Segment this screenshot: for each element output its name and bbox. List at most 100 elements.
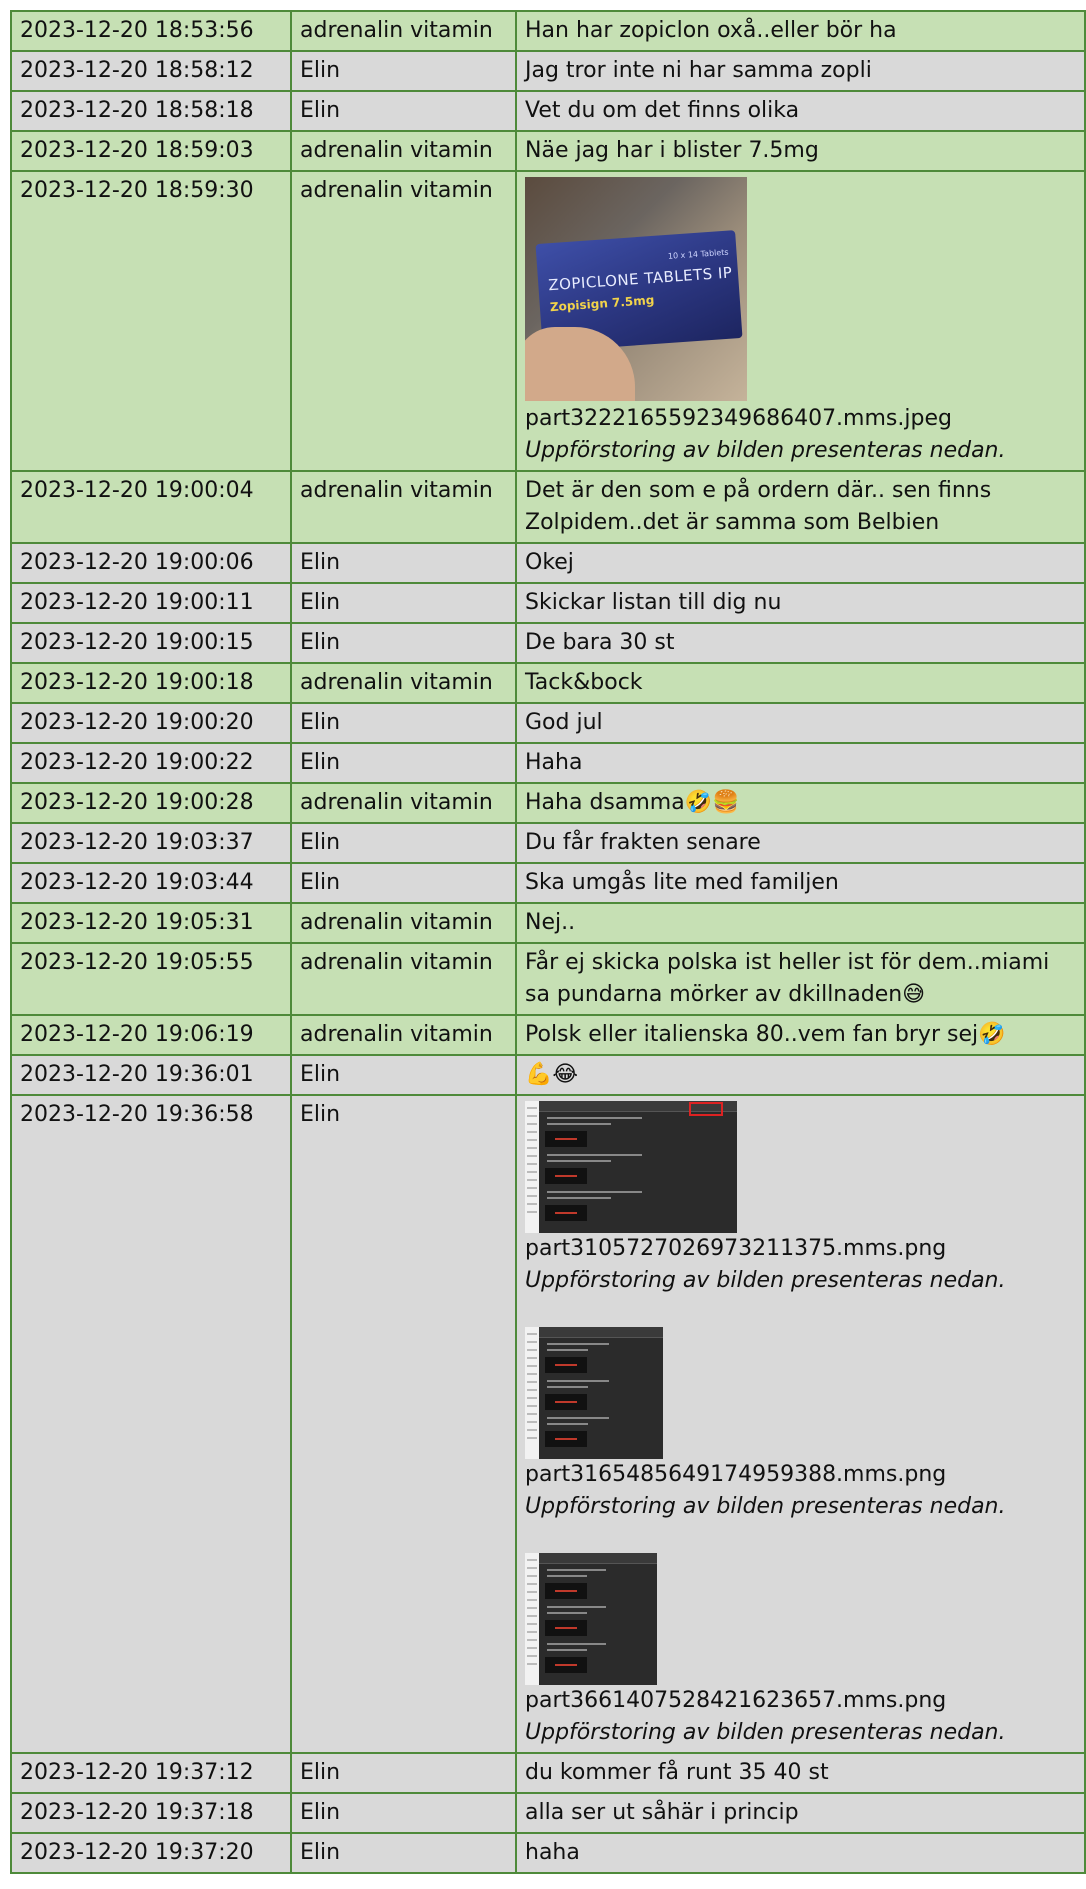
sender-cell: adrenalin vitamin [290, 782, 517, 824]
message-cell: 10 x 14 Tablets ZOPICLONE TABLETS IP Zopis… [515, 170, 1086, 472]
message-cell: Han har zopiclon oxå..eller bör ha [515, 10, 1086, 52]
message-row: 2023-12-20 19:00:28 adrenalin vitamin Haha… [10, 782, 1086, 824]
screenshot-text-line [547, 1606, 606, 1608]
message-text: Det är den som e på ordern där.. sen fin… [525, 478, 992, 535]
package-subtitle: Zopisign 7.5mg [549, 292, 655, 315]
message-cell: Tack&bock [515, 662, 1086, 704]
message-text: Vet du om det finns olika [525, 98, 800, 123]
message-row: 2023-12-20 19:00:22 Elin Haha [10, 742, 1086, 784]
timestamp-cell: 2023-12-20 19:36:58 [10, 1094, 292, 1754]
timestamp-cell: 2023-12-20 19:00:15 [10, 622, 292, 664]
sender-cell: adrenalin vitamin [290, 10, 517, 52]
screenshot-button [545, 1620, 587, 1636]
screenshot-button [545, 1357, 587, 1373]
sender-cell: Elin [290, 822, 517, 864]
message-cell: Skickar listan till dig nu [515, 582, 1086, 624]
sender-cell: Elin [290, 90, 517, 132]
message-cell: Jag tror inte ni har samma zopli [515, 50, 1086, 92]
screenshot-thumbnail[interactable] [525, 1327, 663, 1459]
message-row: 2023-12-20 19:00:04 adrenalin vitamin Det … [10, 470, 1086, 544]
timestamp-cell: 2023-12-20 19:37:12 [10, 1752, 292, 1794]
screenshot-text-line [547, 1423, 588, 1425]
message-text: 💪😂 [525, 1062, 579, 1087]
message-row: 2023-12-20 19:36:01 Elin 💪😂 [10, 1054, 1086, 1096]
message-text: Haha dsamma🤣🍔 [525, 790, 740, 815]
timestamp-cell: 2023-12-20 19:03:44 [10, 862, 292, 904]
message-text: Ska umgås lite med familjen [525, 870, 839, 895]
message-row: 2023-12-20 19:05:55 adrenalin vitamin Får … [10, 942, 1086, 1016]
screenshot-menubar [539, 1327, 663, 1338]
message-cell: Haha dsamma🤣🍔 [515, 782, 1086, 824]
message-row: 2023-12-20 18:59:03 adrenalin vitamin Näe … [10, 130, 1086, 172]
message-cell: Näe jag har i blister 7.5mg [515, 130, 1086, 172]
timestamp-cell: 2023-12-20 19:05:31 [10, 902, 292, 944]
screenshot-text-line [547, 1191, 642, 1193]
screenshot-text-line [547, 1197, 611, 1199]
attachment-filename: part3661407528421623657.mms.png [525, 1688, 947, 1713]
screenshot-text-line [547, 1117, 642, 1119]
message-cell: Det är den som e på ordern där.. sen fin… [515, 470, 1086, 544]
message-text: De bara 30 st [525, 630, 675, 655]
message-row: 2023-12-20 18:58:12 Elin Jag tror inte ni … [10, 50, 1086, 92]
document-margin [525, 1327, 539, 1459]
message-cell: Vet du om det finns olika [515, 90, 1086, 132]
screenshot-button [545, 1657, 587, 1673]
message-text: Jag tror inte ni har samma zopli [525, 58, 872, 83]
message-row: 2023-12-20 19:00:18 adrenalin vitamin Tack… [10, 662, 1086, 704]
screenshot-text-line [547, 1649, 587, 1651]
sender-cell: Elin [290, 1832, 517, 1874]
medication-photo-thumbnail[interactable]: 10 x 14 Tablets ZOPICLONE TABLETS IP Zopis… [525, 177, 747, 401]
timestamp-cell: 2023-12-20 19:00:20 [10, 702, 292, 744]
message-row: 2023-12-20 19:37:20 Elin haha [10, 1832, 1086, 1874]
sender-cell: Elin [290, 702, 517, 744]
message-row: 2023-12-20 19:00:06 Elin Okej [10, 542, 1086, 584]
sender-cell: adrenalin vitamin [290, 662, 517, 704]
sender-cell: adrenalin vitamin [290, 470, 517, 544]
message-row: 2023-12-20 19:06:19 adrenalin vitamin Pols… [10, 1014, 1086, 1056]
sender-cell: adrenalin vitamin [290, 902, 517, 944]
highlight-box [689, 1102, 723, 1116]
message-text: God jul [525, 710, 603, 735]
screenshot-text-line [547, 1160, 611, 1162]
timestamp-cell: 2023-12-20 19:00:04 [10, 470, 292, 544]
message-cell: du kommer få runt 35 40 st [515, 1752, 1086, 1794]
message-row: 2023-12-20 19:00:11 Elin Skickar listan ti… [10, 582, 1086, 624]
message-text: Får ej skicka polska ist heller ist för … [525, 950, 1050, 1007]
screenshot-button [545, 1583, 587, 1599]
message-cell: haha [515, 1832, 1086, 1874]
attachment-filename: part3165485649174959388.mms.png [525, 1462, 947, 1487]
attachment-caption: Uppförstoring av bilden presenteras neda… [525, 1720, 1006, 1745]
attachment: part3105727026973211375.mms.png Uppförsto… [525, 1101, 1076, 1297]
screenshot-thumbnail[interactable] [525, 1101, 737, 1233]
message-row: 2023-12-20 19:00:20 Elin God jul [10, 702, 1086, 744]
document-margin [525, 1553, 539, 1685]
message-row: 2023-12-20 18:59:30 adrenalin vitamin 10 x… [10, 170, 1086, 472]
message-cell: God jul [515, 702, 1086, 744]
timestamp-cell: 2023-12-20 19:00:11 [10, 582, 292, 624]
attachment: part3165485649174959388.mms.png Uppförsto… [525, 1327, 1076, 1523]
timestamp-cell: 2023-12-20 19:00:22 [10, 742, 292, 784]
message-text: Haha [525, 750, 583, 775]
timestamp-cell: 2023-12-20 19:00:18 [10, 662, 292, 704]
timestamp-cell: 2023-12-20 19:37:18 [10, 1792, 292, 1834]
sender-cell: adrenalin vitamin [290, 1014, 517, 1056]
chat-log-table: 2023-12-20 18:53:56 adrenalin vitamin Han … [10, 10, 1086, 1874]
message-row: 2023-12-20 19:05:31 adrenalin vitamin Nej.… [10, 902, 1086, 944]
sender-cell: Elin [290, 582, 517, 624]
timestamp-cell: 2023-12-20 19:03:37 [10, 822, 292, 864]
screenshot-button [545, 1168, 587, 1184]
message-cell: Haha [515, 742, 1086, 784]
message-cell: alla ser ut såhär i princip [515, 1792, 1086, 1834]
screenshot-text-line [547, 1569, 606, 1571]
screenshot-text-line [547, 1343, 609, 1345]
attachment-caption: Uppförstoring av bilden presenteras neda… [525, 1494, 1006, 1519]
screenshot-thumbnail[interactable] [525, 1553, 657, 1685]
screenshot-button [545, 1131, 587, 1147]
screenshot-button [545, 1205, 587, 1221]
message-row: 2023-12-20 19:00:15 Elin De bara 30 st [10, 622, 1086, 664]
screenshot-text-line [547, 1643, 606, 1645]
document-margin [525, 1101, 539, 1233]
screenshot-text-line [547, 1154, 642, 1156]
sender-cell: Elin [290, 542, 517, 584]
message-row: 2023-12-20 19:03:37 Elin Du får frakten se… [10, 822, 1086, 864]
